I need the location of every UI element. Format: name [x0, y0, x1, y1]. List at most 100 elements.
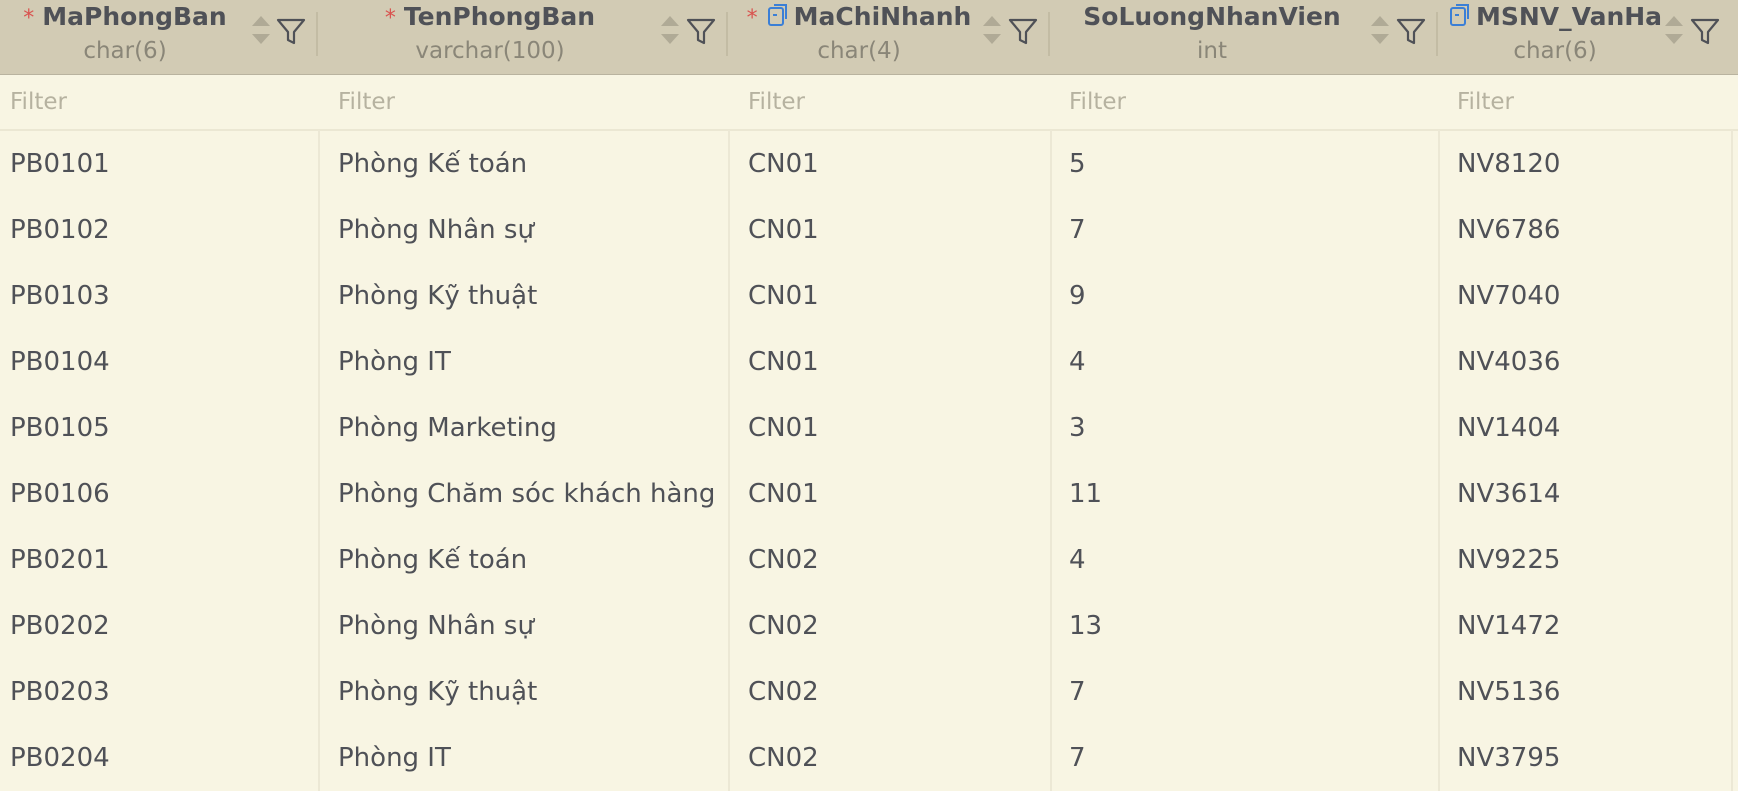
cell-maphongban[interactable]: PB0106	[10, 461, 110, 527]
funnel-filter-icon[interactable]	[1396, 16, 1426, 46]
column-name: TenPhongBan	[403, 2, 596, 31]
sort-updown-icon[interactable]	[1664, 14, 1684, 46]
cell-machinhanh[interactable]: CN01	[748, 461, 819, 527]
cell-machinhanh[interactable]: CN01	[748, 131, 819, 197]
cell-machinhanh[interactable]: CN02	[748, 725, 819, 791]
cell-soluongnhanvien[interactable]: 11	[1069, 461, 1102, 527]
column-type: int	[1197, 38, 1227, 64]
cell-maphongban[interactable]: PB0105	[10, 395, 110, 461]
required-marker: *	[384, 6, 396, 31]
column-header-msnv-vanha[interactable]: MSNV_VanHa char(6)	[1440, 0, 1738, 74]
cell-maphongban[interactable]: PB0204	[10, 725, 110, 791]
filter-input-soluongnhanvien[interactable]	[1069, 75, 1429, 129]
cell-msnv-vanha[interactable]: NV4036	[1457, 329, 1560, 395]
cell-tenphongban[interactable]: Phòng Kỹ thuật	[338, 263, 537, 329]
sort-updown-icon[interactable]	[660, 14, 680, 46]
cell-maphongban[interactable]: PB0101	[10, 131, 110, 197]
cell-msnv-vanha[interactable]: NV3614	[1457, 461, 1560, 527]
cell-machinhanh[interactable]: CN02	[748, 659, 819, 725]
foreign-key-icon	[767, 4, 787, 26]
cell-machinhanh[interactable]: CN01	[748, 395, 819, 461]
cell-soluongnhanvien[interactable]: 13	[1069, 593, 1102, 659]
cell-machinhanh[interactable]: CN02	[748, 527, 819, 593]
cell-maphongban[interactable]: PB0102	[10, 197, 110, 263]
column-divider[interactable]	[316, 12, 318, 56]
cell-machinhanh[interactable]: CN01	[748, 197, 819, 263]
table-row[interactable]: PB0101 Phòng Kế toán CN01 5 NV8120	[0, 131, 1738, 197]
cell-maphongban[interactable]: PB0202	[10, 593, 110, 659]
column-type: char(6)	[1513, 38, 1597, 64]
cell-maphongban[interactable]: PB0104	[10, 329, 110, 395]
cell-soluongnhanvien[interactable]: 4	[1069, 329, 1086, 395]
column-divider[interactable]	[726, 12, 728, 56]
column-type: varchar(100)	[415, 38, 565, 64]
table-row[interactable]: PB0204 Phòng IT CN02 7 NV3795	[0, 725, 1738, 791]
table-row[interactable]: PB0105 Phòng Marketing CN01 3 NV1404	[0, 395, 1738, 461]
cell-msnv-vanha[interactable]: NV1404	[1457, 395, 1560, 461]
filter-input-machinhanh[interactable]	[748, 75, 1038, 129]
column-header-maphongban[interactable]: * MaPhongBan char(6)	[0, 0, 318, 74]
cell-tenphongban[interactable]: Phòng Kế toán	[338, 527, 527, 593]
column-type: char(6)	[83, 38, 167, 64]
funnel-filter-icon[interactable]	[686, 16, 716, 46]
sort-updown-icon[interactable]	[251, 14, 271, 46]
cell-maphongban[interactable]: PB0201	[10, 527, 110, 593]
cell-tenphongban[interactable]: Phòng Nhân sự	[338, 197, 534, 263]
funnel-filter-icon[interactable]	[1008, 16, 1038, 46]
sort-updown-icon[interactable]	[982, 14, 1002, 46]
filter-input-tenphongban[interactable]	[338, 75, 718, 129]
sort-updown-icon[interactable]	[1370, 14, 1390, 46]
column-header-row: * MaPhongBan char(6) * TenPhongBan varchar…	[0, 0, 1738, 75]
table-row[interactable]: PB0203 Phòng Kỹ thuật CN02 7 NV5136	[0, 659, 1738, 725]
cell-tenphongban[interactable]: Phòng Nhân sự	[338, 593, 534, 659]
cell-soluongnhanvien[interactable]: 7	[1069, 659, 1086, 725]
column-header-soluongnhanvien[interactable]: SoLuongNhanVien int	[1052, 0, 1438, 74]
cell-msnv-vanha[interactable]: NV3795	[1457, 725, 1560, 791]
funnel-filter-icon[interactable]	[1690, 16, 1720, 46]
cell-soluongnhanvien[interactable]: 7	[1069, 725, 1086, 791]
table-row[interactable]: PB0103 Phòng Kỹ thuật CN01 9 NV7040	[0, 263, 1738, 329]
column-name: MaChiNhanh	[793, 2, 972, 31]
required-marker: *	[746, 6, 758, 31]
cell-msnv-vanha[interactable]: NV7040	[1457, 263, 1560, 329]
cell-machinhanh[interactable]: CN02	[748, 593, 819, 659]
table-row[interactable]: PB0102 Phòng Nhân sự CN01 7 NV6786	[0, 197, 1738, 263]
cell-tenphongban[interactable]: Phòng Marketing	[338, 395, 557, 461]
cell-msnv-vanha[interactable]: NV1472	[1457, 593, 1560, 659]
column-name: MaPhongBan	[42, 2, 227, 31]
data-grid: * MaPhongBan char(6) * TenPhongBan varchar…	[0, 0, 1738, 791]
column-name: SoLuongNhanVien	[1083, 2, 1341, 31]
cell-soluongnhanvien[interactable]: 3	[1069, 395, 1086, 461]
table-row[interactable]: PB0104 Phòng IT CN01 4 NV4036	[0, 329, 1738, 395]
filter-input-msnv-vanha[interactable]	[1457, 75, 1727, 129]
table-row[interactable]: PB0106 Phòng Chăm sóc khách hàng CN01 11…	[0, 461, 1738, 527]
column-divider[interactable]	[1436, 12, 1438, 56]
cell-tenphongban[interactable]: Phòng IT	[338, 725, 451, 791]
cell-maphongban[interactable]: PB0203	[10, 659, 110, 725]
cell-tenphongban[interactable]: Phòng IT	[338, 329, 451, 395]
filter-row	[0, 75, 1738, 131]
cell-tenphongban[interactable]: Phòng Kế toán	[338, 131, 527, 197]
column-header-machinhanh[interactable]: * MaChiNhanh char(4)	[730, 0, 1050, 74]
cell-soluongnhanvien[interactable]: 9	[1069, 263, 1086, 329]
funnel-filter-icon[interactable]	[276, 16, 306, 46]
column-type: char(4)	[817, 38, 901, 64]
table-row[interactable]: PB0202 Phòng Nhân sự CN02 13 NV1472	[0, 593, 1738, 659]
cell-tenphongban[interactable]: Phòng Kỹ thuật	[338, 659, 537, 725]
cell-tenphongban[interactable]: Phòng Chăm sóc khách hàng	[338, 461, 715, 527]
cell-maphongban[interactable]: PB0103	[10, 263, 110, 329]
cell-msnv-vanha[interactable]: NV8120	[1457, 131, 1560, 197]
cell-soluongnhanvien[interactable]: 4	[1069, 527, 1086, 593]
cell-msnv-vanha[interactable]: NV6786	[1457, 197, 1560, 263]
cell-soluongnhanvien[interactable]: 5	[1069, 131, 1086, 197]
column-divider[interactable]	[1048, 12, 1050, 56]
cell-machinhanh[interactable]: CN01	[748, 263, 819, 329]
cell-msnv-vanha[interactable]: NV9225	[1457, 527, 1560, 593]
column-header-tenphongban[interactable]: * TenPhongBan varchar(100)	[320, 0, 728, 74]
table-row[interactable]: PB0201 Phòng Kế toán CN02 4 NV9225	[0, 527, 1738, 593]
filter-input-maphongban[interactable]	[10, 75, 310, 129]
cell-msnv-vanha[interactable]: NV5136	[1457, 659, 1560, 725]
foreign-key-icon	[1449, 4, 1469, 26]
cell-soluongnhanvien[interactable]: 7	[1069, 197, 1086, 263]
cell-machinhanh[interactable]: CN01	[748, 329, 819, 395]
